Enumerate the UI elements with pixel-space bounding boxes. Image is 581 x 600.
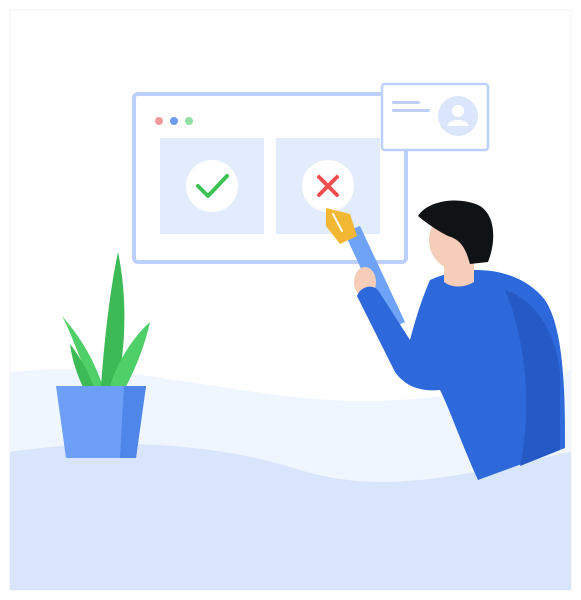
window-dot-blue <box>170 117 178 125</box>
profile-card <box>380 82 490 152</box>
ear <box>430 236 440 252</box>
review-illustration <box>9 9 572 591</box>
window-dot-green <box>185 117 193 125</box>
avatar-icon <box>438 96 478 136</box>
window-dot-red <box>155 117 163 125</box>
approve-card <box>160 138 264 234</box>
browser-window <box>132 92 408 264</box>
illustration-canvas <box>0 0 581 600</box>
